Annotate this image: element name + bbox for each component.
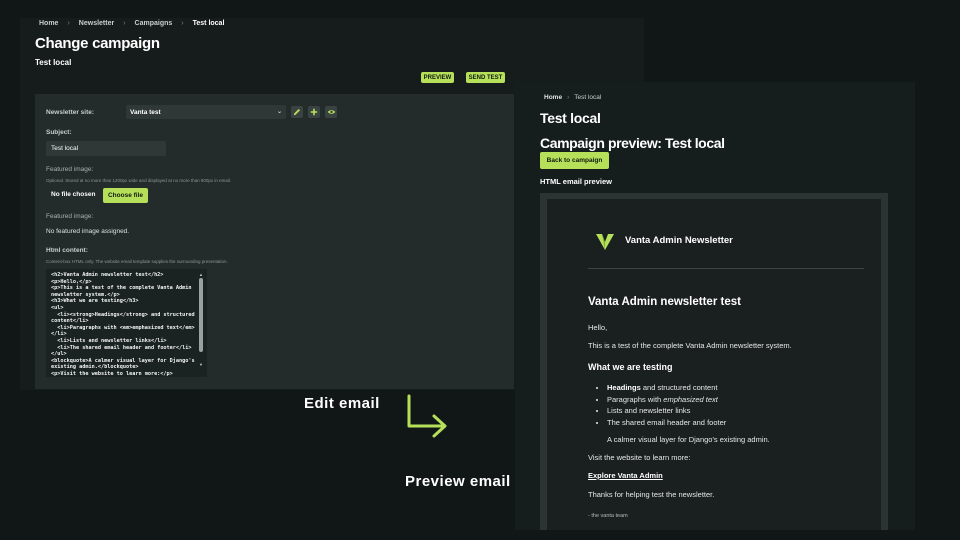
email-heading: Vanta Admin newsletter test (588, 296, 741, 308)
preview-breadcrumb: Home › Test local (544, 94, 601, 101)
email-header-divider (588, 268, 864, 269)
pencil-icon (293, 109, 300, 116)
explore-link[interactable]: Explore Vanta Admin (588, 471, 663, 480)
email-blockquote: A calmer visual layer for Django's exist… (607, 435, 770, 444)
scroll-down-icon: ▼ (199, 362, 203, 367)
html-content-value: <h2>Vanta Admin newsletter test</h2> <p>… (51, 272, 195, 377)
html-content-textarea[interactable]: <h2>Vanta Admin newsletter test</h2> <p>… (46, 269, 207, 377)
arrow-right-icon (407, 394, 447, 438)
breadcrumb-campaigns[interactable]: Campaigns (135, 20, 173, 27)
send-test-button[interactable]: SEND TEST (466, 72, 505, 83)
html-content-help: Content-box HTML only. The website email… (46, 259, 228, 264)
page-title: Change campaign (35, 35, 160, 52)
email-subheading: What we are testing (588, 362, 673, 372)
featured-image-preview-label: Featured image: (46, 213, 94, 220)
view-site-button[interactable] (325, 106, 337, 118)
breadcrumb-separator: › (181, 20, 184, 27)
breadcrumb: Home › Newsletter › Campaigns › Test loc… (39, 20, 224, 27)
email-intro: This is a test of the complete Vanta Adm… (588, 341, 792, 350)
object-name: Test local (35, 58, 72, 67)
subject-label: Subject: (46, 129, 72, 136)
email-preview-frame: Vanta Admin Newsletter Vanta Admin newsl… (540, 193, 888, 530)
edit-site-button[interactable] (291, 106, 303, 118)
edit-email-annotation: Edit email (304, 395, 380, 412)
newsletter-site-value: Vanta test (130, 108, 161, 116)
html-preview-label: HTML email preview (540, 177, 612, 186)
subject-input[interactable]: Test local (46, 141, 166, 156)
featured-image-label: Featured image: (46, 166, 94, 173)
email-body: Vanta Admin Newsletter Vanta Admin newsl… (547, 199, 881, 530)
campaign-preview-panel: Home › Test local Test local Campaign pr… (515, 82, 915, 530)
preview-page-title: Test local (540, 110, 601, 126)
scroll-up-icon: ▲ (199, 272, 203, 277)
list-item: Headings and structured content (607, 383, 726, 392)
featured-image-help: Optional. Stored at no more than 1200px … (46, 178, 232, 183)
email-list: Headings and structured content Paragrap… (607, 383, 726, 430)
email-visit-text: Visit the website to learn more: (588, 453, 691, 462)
newsletter-site-label: Newsletter site: (46, 109, 95, 116)
breadcrumb-current: Test local (574, 94, 602, 101)
textarea-scrollbar[interactable]: ▲ ▼ (199, 272, 204, 368)
campaign-form: Newsletter site: Vanta test ⌄ Subject: T… (35, 94, 514, 389)
preview-button[interactable]: PREVIEW (421, 72, 454, 83)
preview-email-annotation: Preview email (405, 473, 511, 490)
html-content-label: Html content: (46, 247, 88, 254)
breadcrumb-home[interactable]: Home (39, 20, 58, 27)
plus-icon (310, 108, 318, 116)
email-thanks: Thanks for helping test the newsletter. (588, 490, 715, 499)
list-item: Lists and newsletter links (607, 406, 726, 415)
breadcrumb-separator: › (567, 94, 570, 101)
file-status: No file chosen (51, 191, 96, 198)
choose-file-button[interactable]: Choose file (103, 188, 148, 203)
no-featured-image-text: No featured image assigned. (46, 228, 130, 235)
back-to-campaign-button[interactable]: Back to campaign (540, 152, 609, 169)
email-brand-name: Vanta Admin Newsletter (625, 235, 733, 246)
chevron-down-icon: ⌄ (276, 109, 282, 115)
scroll-thumb[interactable] (199, 278, 203, 352)
breadcrumb-separator: › (67, 20, 70, 27)
breadcrumb-separator: › (123, 20, 126, 27)
preview-heading: Campaign preview: Test local (540, 135, 725, 151)
vanta-logo-icon (596, 234, 614, 250)
newsletter-site-select[interactable]: Vanta test ⌄ (126, 105, 286, 119)
breadcrumb-current: Test local (192, 20, 225, 27)
breadcrumb-home[interactable]: Home (544, 94, 562, 101)
list-item: Paragraphs with emphasized text (607, 395, 726, 404)
email-signature: - the vanta team (588, 513, 628, 519)
breadcrumb-newsletter[interactable]: Newsletter (79, 20, 114, 27)
add-site-button[interactable] (308, 106, 320, 118)
email-greeting: Hello, (588, 323, 608, 332)
list-item: The shared email header and footer (607, 418, 726, 427)
eye-icon (327, 110, 335, 114)
